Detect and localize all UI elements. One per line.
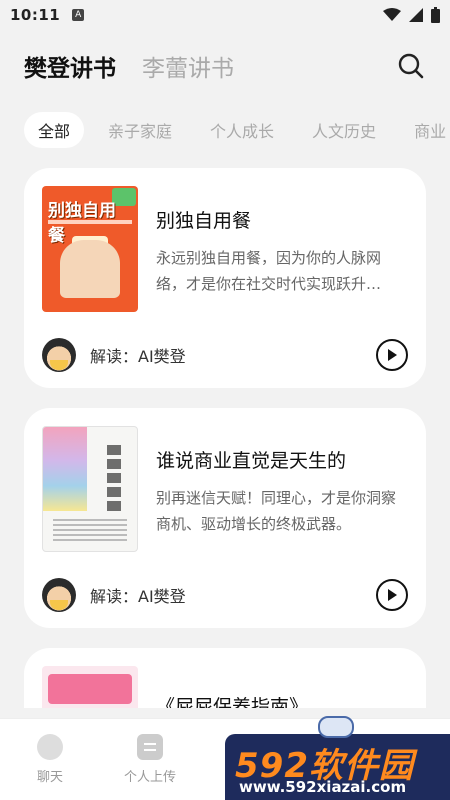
category-tabs: 全部 亲子家庭 个人成长 人文历史 商业 [0,102,450,158]
category-growth[interactable]: 个人成长 [196,112,288,148]
gamepad-icon [318,716,354,738]
category-all[interactable]: 全部 [24,112,85,148]
play-button[interactable] [376,339,408,371]
cover-vertical-title [107,445,121,515]
book-title: 别独自用餐 [156,210,252,232]
cover-text-lines [53,519,127,543]
book-card[interactable]: 《屁屁保养指南》 [24,648,426,708]
book-list: 别独自用餐 别独自用餐 永远别独自用餐，因为你的人脉网络，才是你在社交时代实现跃… [0,158,450,708]
play-icon [388,589,397,601]
book-desc: 永远别独自用餐，因为你的人脉网络，才是你在社交时代实现跃升… [156,249,382,293]
category-family[interactable]: 亲子家庭 [94,112,186,148]
search-icon [398,53,424,79]
cover-hands [60,240,120,298]
cover-title-block [48,674,132,704]
reader-label: 解读：AI樊登 [90,587,186,606]
book-card[interactable]: 谁说商业直觉是天生的 别再迷信天赋！同理心，才是你洞察商机、驱动增长的终极武器。… [24,408,426,628]
nav-upload[interactable]: 个人上传 [100,719,200,800]
book-cover: 别独自用餐 [42,186,138,312]
reader-label: 解读：AI樊登 [90,347,186,366]
book-desc: 别再迷信天赋！同理心，才是你洞察商机、驱动增长的终极武器。 [156,489,397,533]
wifi-icon [383,8,401,21]
cover-gradient [43,427,87,511]
status-time: 10:11 [10,6,61,24]
status-bar: 10:11 A [0,0,450,30]
book-title: 谁说商业直觉是天生的 [156,450,347,472]
battery-icon [431,7,440,23]
header: 樊登讲书 李蕾讲书 [0,30,450,102]
watermark-logo: 592软件园 www.592xiazai.com [225,716,450,800]
nav-label: 个人上传 [123,770,176,785]
book-cover [42,426,138,552]
upload-doc-icon [137,734,163,760]
search-button[interactable] [396,51,426,81]
cover-subtitle-bar [48,220,132,224]
signal-icon [409,8,423,22]
book-title: 《屁屁保养指南》 [156,696,309,708]
play-icon [388,349,397,361]
tab-fandeng[interactable]: 樊登讲书 [24,49,116,83]
nav-chat[interactable]: 聊天 [0,719,100,800]
watermark-url: www.592xiazai.com [239,778,407,796]
book-card[interactable]: 别独自用餐 别独自用餐 永远别独自用餐，因为你的人脉网络，才是你在社交时代实现跃… [24,168,426,388]
tab-lilei[interactable]: 李蕾讲书 [142,49,234,83]
status-icons [383,7,440,23]
chat-avatar-icon [37,734,63,760]
book-cover [42,666,138,708]
play-button[interactable] [376,579,408,611]
reader-avatar [42,578,76,612]
notification-icon: A [72,9,85,21]
category-history[interactable]: 人文历史 [298,112,390,148]
category-business[interactable]: 商业 [400,112,450,148]
reader-avatar [42,338,76,372]
nav-label: 聊天 [36,770,63,785]
